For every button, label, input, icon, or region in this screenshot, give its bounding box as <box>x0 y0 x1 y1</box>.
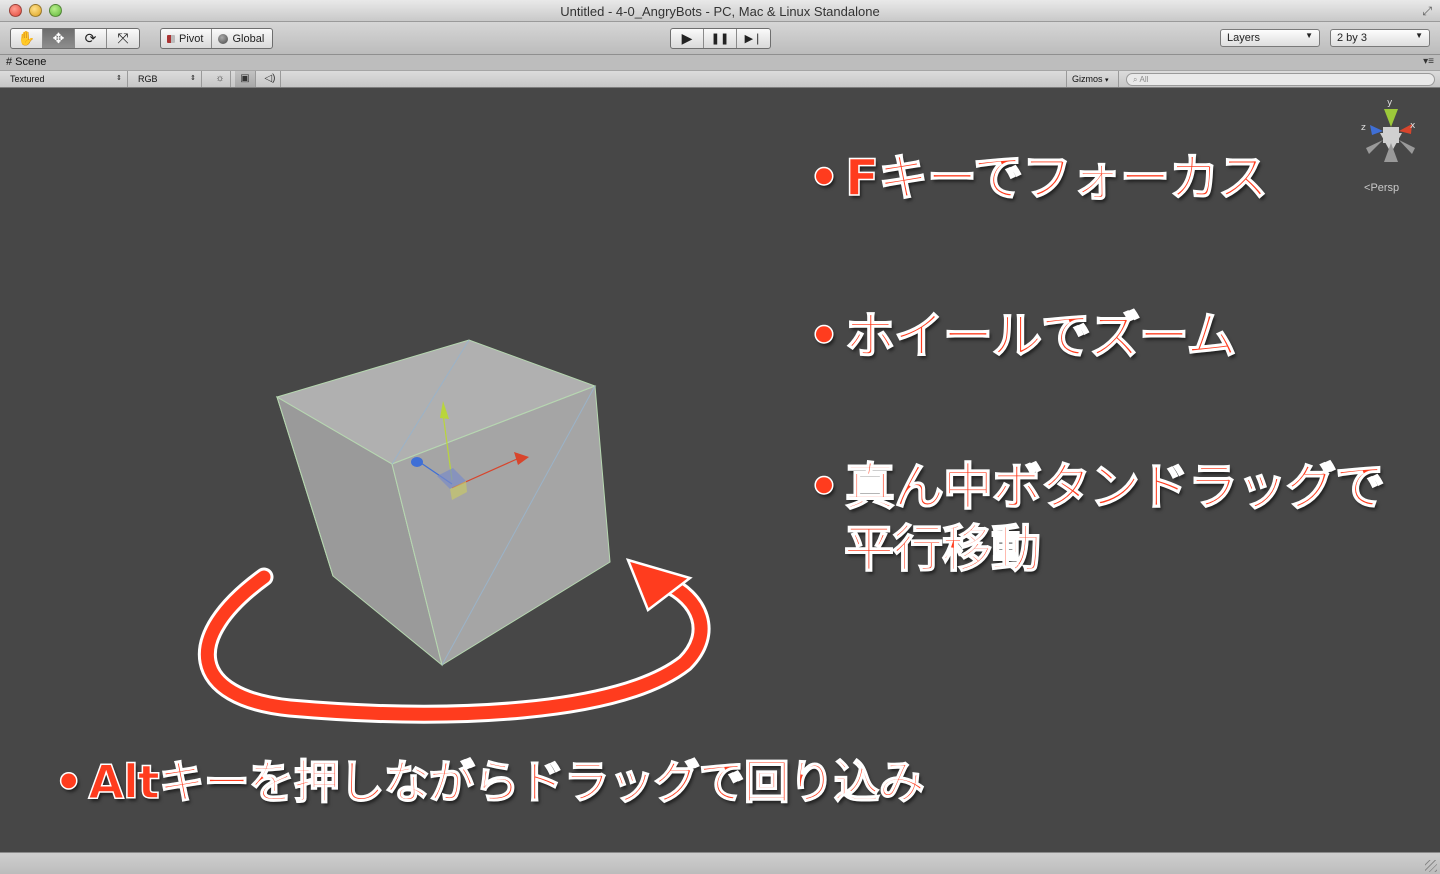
annotation-pan: • 真ん中ボタンドラッグで 平行移動 <box>807 456 1386 580</box>
scene-toolbar: Textured ⇕ RGB ⇕ ☼ ▣ ◁) Gizmos ▾ ⌕ All <box>0 71 1440 88</box>
orientation-gizmo[interactable]: y x z <box>1361 98 1416 162</box>
bullet: • <box>53 754 84 810</box>
scene-tab-strip: # Scene ▾≡ <box>0 55 1440 71</box>
sun-icon: ☼ <box>215 73 225 84</box>
scene-search-input[interactable]: ⌕ All <box>1126 73 1435 86</box>
step-button[interactable]: ▶❘ <box>737 29 770 48</box>
annotation-focus: • Fキーでフォーカス <box>807 138 1269 210</box>
pivot-toggle-group: Pivot Global <box>160 28 274 49</box>
color-mode-label: RGB <box>138 74 158 84</box>
tab-scene[interactable]: # Scene <box>6 56 46 68</box>
gizmo-y-label: y <box>1387 98 1393 108</box>
layers-dropdown[interactable]: Layers ▼ <box>1220 29 1320 47</box>
annotation-pan-line1: 真ん中ボタンドラッグで <box>844 457 1386 517</box>
annotation-orbit-text: Altキーを押しながらドラッグで回り込み <box>88 754 926 810</box>
gizmo-neg-y-cone-icon[interactable] <box>1384 143 1398 162</box>
pause-icon: ❚❚ <box>710 33 730 45</box>
lighting-toggle[interactable]: ☼ <box>210 71 231 87</box>
fullscreen-icon[interactable]: ⤢ <box>1422 4 1432 19</box>
chevron-down-icon: ▼ <box>1305 31 1313 40</box>
gizmo-neg-x-cone-icon[interactable] <box>1366 140 1383 154</box>
gizmo-x-label: x <box>1410 121 1416 131</box>
global-button[interactable]: Global <box>212 29 272 48</box>
layout-label: 2 by 3 <box>1337 32 1367 44</box>
tab-menu-icon[interactable]: ▾≡ <box>1423 56 1434 67</box>
projection-label: Persp <box>1370 182 1400 194</box>
step-icon: ▶❘ <box>744 33 763 45</box>
image-icon: ▣ <box>240 73 250 84</box>
annotation-pan-line2: 平行移動 <box>843 519 1042 579</box>
gizmos-dropdown[interactable]: Gizmos ▾ <box>1066 71 1119 87</box>
projection-toggle[interactable]: <Persp <box>1364 182 1399 194</box>
render-mode-dropdown[interactable]: Textured ⇕ <box>0 71 128 87</box>
annotation-orbit: • Altキーを押しながらドラッグで回り込み <box>53 746 926 812</box>
status-bar <box>0 852 1440 874</box>
bullet: • <box>807 148 840 208</box>
chevron-down-icon: ▾ <box>1105 77 1109 84</box>
grid-icon: # <box>6 56 13 68</box>
chevron-down-icon: ▼ <box>1415 31 1423 40</box>
play-button[interactable]: ▶ <box>671 29 704 48</box>
image-effects-toggle[interactable]: ▣ <box>235 71 256 87</box>
play-icon: ▶ <box>681 30 693 46</box>
rotate-tool-button[interactable]: ⟳ <box>75 29 107 48</box>
rotate-icon: ⟳ <box>84 30 97 46</box>
layers-label: Layers <box>1227 32 1261 44</box>
resize-grip-icon[interactable] <box>1425 860 1437 872</box>
pivot-label: Pivot <box>179 32 204 45</box>
updown-arrow-icon: ⇕ <box>116 75 122 82</box>
gizmos-label: Gizmos <box>1072 74 1103 84</box>
search-icon: ⌕ <box>1133 75 1138 84</box>
annotation-zoom-text: ホイールでズーム <box>844 306 1237 366</box>
move-icon: ✥ <box>52 30 65 46</box>
bullet: • <box>807 457 840 517</box>
gizmo-y-cone-icon[interactable] <box>1384 109 1398 127</box>
main-toolbar: ✋ ✥ ⟳ ⤧ Pivot Global ▶ ❚❚ ▶❘ Layers ▼ 2 … <box>0 22 1440 55</box>
scene-viewport[interactable]: y x z <Persp • Fキーでフォーカス • ホイールでズーム • 真ん中ボタ… <box>0 88 1440 852</box>
z-arrow-icon[interactable] <box>411 457 423 467</box>
updown-arrow-icon: ⇕ <box>190 75 196 82</box>
hand-tool-button[interactable]: ✋ <box>11 29 43 48</box>
playback-controls: ▶ ❚❚ ▶❘ <box>670 28 771 49</box>
pause-button[interactable]: ❚❚ <box>704 29 737 48</box>
transform-tools: ✋ ✥ ⟳ ⤧ <box>10 28 140 49</box>
annotation-zoom: • ホイールでズーム <box>807 296 1237 368</box>
color-mode-dropdown[interactable]: RGB ⇕ <box>128 71 202 87</box>
scale-icon: ⤧ <box>117 30 129 46</box>
search-placeholder: All <box>1139 75 1149 84</box>
cube-object[interactable] <box>275 339 611 667</box>
bullet: • <box>807 306 840 366</box>
audio-toggle[interactable]: ◁) <box>260 71 281 87</box>
speaker-icon: ◁) <box>264 73 276 84</box>
render-mode-label: Textured <box>10 74 45 84</box>
move-tool-button[interactable]: ✥ <box>43 29 75 48</box>
gizmo-neg-z-cone-icon[interactable] <box>1399 140 1415 154</box>
layout-dropdown[interactable]: 2 by 3 ▼ <box>1330 29 1430 47</box>
global-label: Global <box>232 32 265 45</box>
pivot-icon <box>167 34 175 43</box>
scale-tool-button[interactable]: ⤧ <box>107 29 139 48</box>
hand-icon: ✋ <box>17 30 36 46</box>
gizmo-cube <box>1383 127 1399 143</box>
gizmo-z-label: z <box>1361 123 1366 133</box>
scene-tab-label: Scene <box>15 56 47 68</box>
window-title: Untitled - 4-0_AngryBots - PC, Mac & Lin… <box>560 4 880 19</box>
window-titlebar: Untitled - 4-0_AngryBots - PC, Mac & Lin… <box>0 0 1440 22</box>
annotation-focus-text: Fキーでフォーカス <box>844 148 1269 208</box>
pivot-button[interactable]: Pivot <box>161 29 213 48</box>
globe-icon <box>218 33 229 44</box>
